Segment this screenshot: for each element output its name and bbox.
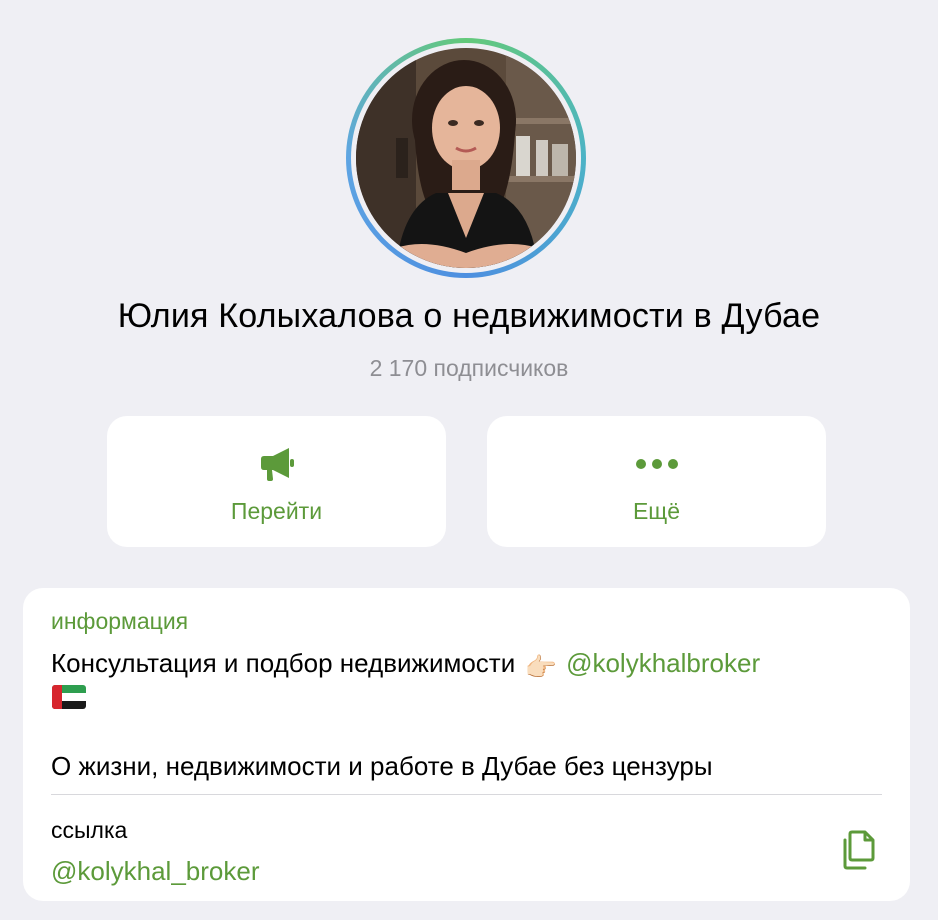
subscriber-count: 2 170 подписчиков [369,355,569,381]
channel-link[interactable]: @kolykhal_broker [51,856,259,887]
description-line-2: О жизни, недвижимости и работе в Дубае б… [51,751,713,781]
description-text: Консультация и подбор недвижимости [51,648,516,678]
avatar-photo [356,48,576,268]
more-button-label: Ещё [632,498,681,524]
avatar-ring[interactable] [346,38,586,278]
megaphone-icon [107,444,446,484]
pointing-hand-icon: 👉🏻 [524,652,557,682]
go-button[interactable]: Перейти [107,416,446,547]
link-label: ссылка [51,817,128,843]
divider [51,794,882,795]
mention-link[interactable]: @kolykhalbroker [566,648,760,678]
info-heading: информация [51,608,189,634]
more-button[interactable]: Ещё [487,416,826,547]
info-card: информация Консультация и подбор недвижи… [23,588,910,901]
ellipsis-icon [487,444,826,484]
channel-title: Юлия Колыхалова о недвижимости в Дубае [117,297,821,335]
uae-flag-graphic [52,685,86,709]
description-line: Консультация и подбор недвижимости 👉🏻 @k… [51,648,760,683]
copy-icon[interactable] [837,828,881,872]
go-button-label: Перейти [230,498,323,524]
avatar[interactable] [351,43,581,273]
